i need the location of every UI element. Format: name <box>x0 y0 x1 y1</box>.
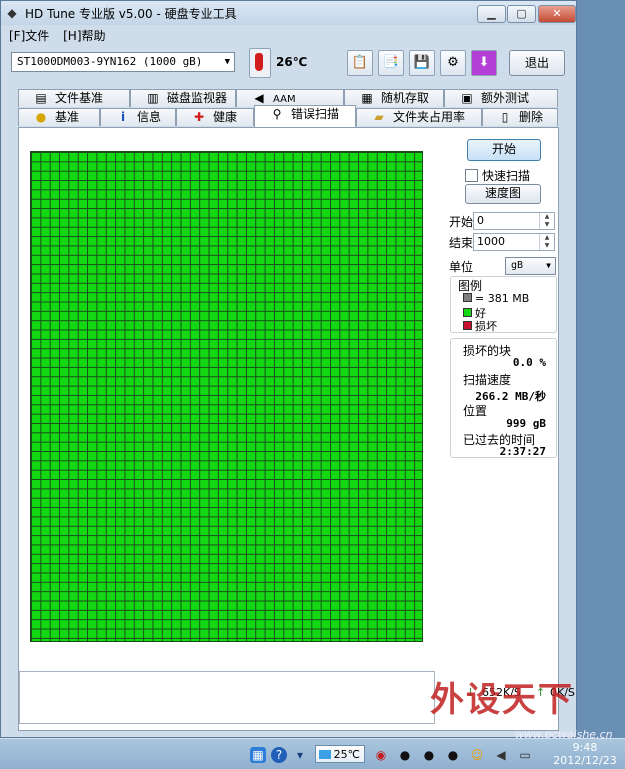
chevron-down-icon: ▼ <box>224 57 230 67</box>
position-label: 位置 <box>463 404 488 418</box>
clock-date: 2012/12/23 <box>553 754 617 767</box>
spin-down-icon[interactable]: ▼ <box>539 242 554 250</box>
unit-select[interactable]: gB ▼ <box>505 257 556 275</box>
hdtune-window: ◆ HD Tune 专业版 v5.00 - 硬盘专业工具 ▁ ▢ ✕ [F]文件… <box>0 0 577 738</box>
speed-map-button[interactable]: 速度图 <box>465 184 541 204</box>
close-button[interactable]: ✕ <box>538 5 576 23</box>
drive-select[interactable]: ST1000DM003-9YN162 (1000 gB) ▼ <box>11 52 235 72</box>
title-bar[interactable]: ◆ HD Tune 专业版 v5.00 - 硬盘专业工具 ▁ ▢ ✕ <box>1 1 576 25</box>
red-swatch-icon <box>463 321 472 330</box>
qq-icon[interactable]: ● <box>397 747 413 763</box>
sound-icon[interactable]: ◉ <box>373 747 389 763</box>
chevron-down-icon: ▼ <box>546 261 551 270</box>
position-value: 999 gB <box>506 417 546 430</box>
maximize-button[interactable]: ▢ <box>507 5 536 23</box>
monitor-icon[interactable]: ▭ <box>517 747 533 763</box>
tab-disk-monitor[interactable]: ▥ 磁盘监视器 <box>130 89 236 107</box>
toolbar: ST1000DM003-9YN162 (1000 gB) ▼ 26℃ 📋 📑 💾… <box>9 48 571 78</box>
qq-icon[interactable]: ● <box>421 747 437 763</box>
end-value: 1000 <box>477 235 505 248</box>
clock[interactable]: 9:48 2012/12/23 <box>545 741 625 767</box>
elapsed-value: 2:37:27 <box>499 445 546 458</box>
random-access-icon: ▦ <box>361 91 373 105</box>
tab-random-access[interactable]: ▦ 随机存取 <box>344 89 444 107</box>
clock-time: 9:48 <box>572 741 598 754</box>
lightbulb-icon: ● <box>35 110 47 124</box>
menu-bar: [F]文件 [H]帮助 <box>9 27 116 45</box>
tab-health[interactable]: ✚ 健康 <box>176 108 254 126</box>
end-label: 结束 <box>449 236 474 250</box>
copy-info-icon[interactable]: 📋 <box>347 50 373 76</box>
info-icon: i <box>120 110 126 124</box>
tab-info[interactable]: i 信息 <box>100 108 176 126</box>
watermark-logo: 外设天下 <box>430 680 574 720</box>
extra-tests-icon: ▣ <box>461 91 473 105</box>
unit-value: gB <box>511 260 524 271</box>
options-icon[interactable]: ⚙ <box>440 50 466 76</box>
tab-folder-usage[interactable]: ▰ 文件夹占用率 <box>356 108 482 126</box>
taskbar: ▦ ? ▾ 25℃ ◉ ● ● ● ☺ ◀ ▭ 9:48 2012/12/23 <box>0 738 625 769</box>
start-spinner[interactable]: 0 ▲ ▼ <box>473 212 555 230</box>
spin-up-icon[interactable]: ▲ <box>539 234 554 242</box>
legend-block-size: = 381 MB <box>463 292 529 305</box>
scan-speed-label: 扫描速度 <box>463 373 512 387</box>
trash-icon: ▯ <box>501 110 509 124</box>
tab-row-2: ● 基准 i 信息 ✚ 健康 ⚲ 错误扫描 ▰ 文件夹占用率 ▯ 删除 <box>18 105 558 127</box>
download-icon[interactable]: ⬇ <box>471 50 497 76</box>
damaged-blocks-label: 损坏的块 <box>463 344 512 358</box>
app-logo-icon: ◆ <box>7 6 17 20</box>
thermometer-icon <box>249 48 271 78</box>
exit-button[interactable]: 退出 <box>509 50 565 76</box>
document-icon: ▤ <box>35 91 47 105</box>
spin-down-icon[interactable]: ▼ <box>539 221 554 229</box>
tab-extra-tests[interactable]: ▣ 额外测试 <box>444 89 558 107</box>
tray-temperature[interactable]: 25℃ <box>315 745 365 763</box>
menu-file[interactable]: [F]文件 <box>9 27 49 44</box>
checkbox-box[interactable] <box>465 169 478 182</box>
stats-box: 损坏的块 0.0 % 扫描速度 266.2 MB/秒 位置 999 gB 已过去… <box>450 338 557 458</box>
menu-help[interactable]: [H]帮助 <box>63 27 105 44</box>
drive-temperature: 26℃ <box>276 55 308 69</box>
start-label: 开始 <box>449 215 474 229</box>
magnifier-icon: ⚲ <box>272 107 282 121</box>
minimize-button[interactable]: ▁ <box>477 5 506 23</box>
tab-benchmark[interactable]: ● 基准 <box>18 108 100 126</box>
speaker-icon[interactable]: ◀ <box>493 747 509 763</box>
quick-scan-checkbox[interactable]: 快速扫描 <box>465 167 530 184</box>
copy-all-icon[interactable]: 📑 <box>378 50 404 76</box>
legend-damaged: 损坏 <box>463 318 497 334</box>
scan-block-grid <box>30 151 423 642</box>
legend-box: 图例 = 381 MB 好 损坏 <box>450 276 557 333</box>
spin-up-icon[interactable]: ▲ <box>539 213 554 221</box>
qq-icon[interactable]: ● <box>445 747 461 763</box>
quick-scan-label: 快速扫描 <box>482 169 531 183</box>
gray-swatch-icon <box>463 293 472 302</box>
help-icon[interactable]: ? <box>271 747 287 763</box>
folder-icon: ▰ <box>374 110 384 124</box>
save-icon[interactable]: 💾 <box>409 50 435 76</box>
start-value: 0 <box>477 214 484 227</box>
drive-select-value: ST1000DM003-9YN162 (1000 gB) <box>17 55 203 68</box>
chart-icon: ▥ <box>147 91 159 105</box>
chevron-down-icon[interactable]: ▾ <box>292 747 308 763</box>
smiley-icon[interactable]: ☺ <box>469 747 485 763</box>
start-button[interactable]: 开始 <box>467 139 541 161</box>
log-area[interactable] <box>19 671 435 724</box>
tab-file-benchmark[interactable]: ▤ 文件基准 <box>18 89 130 107</box>
end-spinner[interactable]: 1000 ▲ ▼ <box>473 233 555 251</box>
unit-label: 单位 <box>449 260 474 274</box>
damaged-blocks-value: 0.0 % <box>512 356 546 369</box>
network-icon[interactable]: ▦ <box>250 747 266 763</box>
tab-error-scan[interactable]: ⚲ 错误扫描 <box>254 105 356 127</box>
health-cross-icon: ✚ <box>193 110 205 124</box>
tab-erase[interactable]: ▯ 删除 <box>482 108 558 126</box>
window-title: HD Tune 专业版 v5.00 - 硬盘专业工具 <box>25 7 237 21</box>
green-swatch-icon <box>463 308 472 317</box>
